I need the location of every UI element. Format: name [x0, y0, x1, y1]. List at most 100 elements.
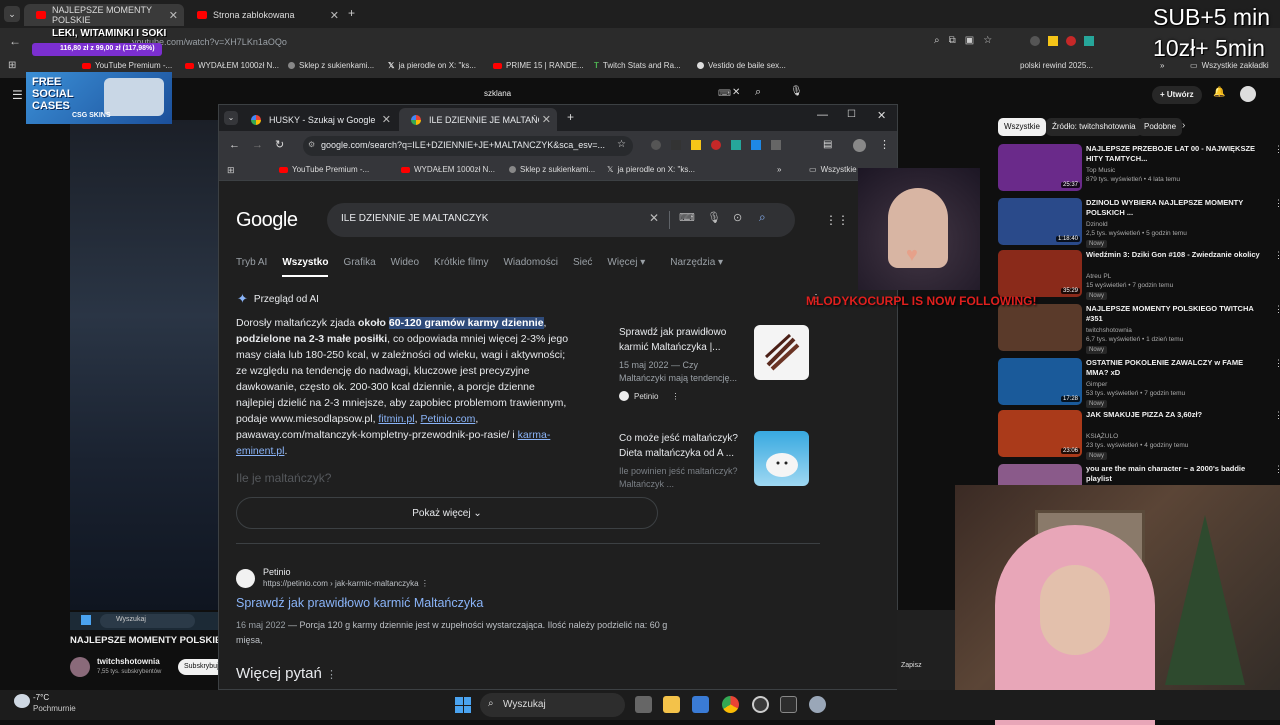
more-icon[interactable]: ⋮: [326, 669, 337, 681]
bookmark[interactable]: WYDAŁEM 1000zł N...: [401, 165, 495, 174]
obs-icon[interactable]: [752, 696, 769, 713]
mic-icon[interactable]: 🎙: [707, 211, 721, 224]
more-icon[interactable]: ⋮: [1274, 304, 1280, 315]
chip-all[interactable]: Wszystkie: [998, 118, 1046, 136]
video-thumbnail[interactable]: 23:06: [998, 410, 1082, 457]
tab-web[interactable]: Sieć: [573, 257, 592, 277]
more-icon[interactable]: ⋮: [1274, 198, 1280, 209]
bookmark[interactable]: PRIME 15 | RANDE...: [493, 61, 584, 70]
video-thumbnail[interactable]: 25:37: [998, 144, 1082, 191]
back-icon[interactable]: ←: [229, 139, 240, 151]
clear-search-icon[interactable]: ✕: [732, 87, 740, 98]
extension-icon[interactable]: [711, 140, 721, 150]
video-title[interactable]: DZINOLD WYBIERA NAJLEPSZE MOMENTY POLSKI…: [1086, 198, 1261, 217]
bookmark[interactable]: Sklep z sukienkami...: [509, 165, 595, 174]
google-logo[interactable]: Google: [236, 209, 298, 232]
search-input[interactable]: ILE DZIENNIE JE MALTANCZYK ✕ ⌨ 🎙 ⊙ ⌕: [327, 203, 795, 237]
video-channel[interactable]: Top Music: [1086, 166, 1115, 175]
new-tab-button[interactable]: +: [567, 110, 574, 124]
bookmark[interactable]: Vestido de baile sex...: [697, 61, 786, 70]
video-title[interactable]: NAJLEPSZE MOMENTY POLSKIEGO TWITCHA #351: [1086, 304, 1261, 323]
video-title[interactable]: you are the main character ~ a 2000's ba…: [1086, 464, 1261, 483]
tab-tools[interactable]: Narzędzia ▾: [670, 257, 723, 277]
video-title[interactable]: Wiedźmin 3: Dziki Gon #108 - Zwiedzanie …: [1086, 250, 1261, 260]
video-channel[interactable]: Dzinold: [1086, 220, 1108, 229]
extension-icon[interactable]: [651, 140, 661, 150]
star-icon[interactable]: ☆: [617, 139, 626, 150]
save-label[interactable]: Zapisz: [901, 662, 922, 669]
install-icon[interactable]: ⧉: [949, 35, 956, 46]
source-link[interactable]: Petinio.com: [420, 413, 475, 425]
extension-icon[interactable]: [1084, 36, 1094, 46]
more-icon[interactable]: ⋮: [1274, 410, 1280, 421]
avatar[interactable]: [1240, 86, 1256, 102]
tab-images[interactable]: Grafika: [343, 257, 375, 277]
video-player[interactable]: [70, 120, 220, 610]
extension-icon[interactable]: [691, 140, 701, 150]
close-icon[interactable]: ✕: [169, 9, 178, 22]
inner-url-field[interactable]: ⚙ google.com/search?q=ILE+DZIENNIE+JE+MAL…: [303, 136, 633, 156]
back-icon[interactable]: ←: [9, 34, 21, 48]
puzzle-icon[interactable]: [771, 140, 781, 150]
yt-search-value[interactable]: szklana: [484, 89, 511, 98]
tab-all[interactable]: Wszystko: [282, 257, 329, 277]
source-link[interactable]: fitmin.pl: [378, 413, 414, 425]
video-channel[interactable]: KSIĄŻULO: [1086, 432, 1118, 441]
profile-avatar[interactable]: [853, 139, 866, 152]
recommended-video[interactable]: 35:29 Wiedźmin 3: Dziki Gon #108 - Zwiedz…: [998, 250, 1280, 302]
video-title[interactable]: OSTATNIE POKOLENIE ZAWALCZY w FAME MMA? …: [1086, 358, 1261, 377]
extension-icon[interactable]: [1066, 36, 1076, 46]
tab-videos[interactable]: Wideo: [391, 257, 419, 277]
video-title[interactable]: JAK SMAKUJE PIZZA ZA 3,60zł?: [1086, 410, 1261, 420]
star-icon[interactable]: ☆: [983, 35, 992, 46]
more-icon[interactable]: ⋮: [421, 579, 429, 588]
video-thumbnail[interactable]: 1:18:40: [998, 198, 1082, 245]
zoom-icon[interactable]: ⌕: [934, 35, 940, 46]
video-channel[interactable]: Gimper: [1086, 380, 1107, 389]
video-channel[interactable]: Atreu PL: [1086, 272, 1111, 281]
minimize-button[interactable]: —: [817, 109, 828, 121]
result-title[interactable]: Sprawdź jak prawidłowo karmić Maltańczyk…: [236, 596, 696, 610]
more-icon[interactable]: ⋮: [1274, 144, 1280, 155]
tab-ai-mode[interactable]: Tryb AI: [236, 257, 267, 277]
bookmark[interactable]: YouTube Premium -...: [279, 165, 369, 174]
bookmark[interactable]: T Twitch Stats and Ra...: [594, 61, 681, 70]
create-button[interactable]: + Utwórz: [1152, 86, 1202, 104]
apps-grid-icon[interactable]: ⋮⋮: [825, 213, 849, 227]
close-icon[interactable]: ✕: [542, 113, 551, 126]
more-icon[interactable]: ⋮: [671, 392, 679, 401]
close-window-button[interactable]: ✕: [877, 109, 886, 122]
search-icon[interactable]: ⌕: [759, 210, 766, 225]
extension-icon[interactable]: [1030, 36, 1040, 46]
weather-icon[interactable]: [14, 694, 30, 708]
menu-icon[interactable]: ⋮: [879, 138, 890, 151]
mic-icon[interactable]: 🎙: [790, 86, 803, 97]
show-more-button[interactable]: Pokaż więcej ⌄: [236, 497, 658, 529]
recommended-video[interactable]: 17:28 OSTATNIE POKOLENIE ZAWALCZY w FAME …: [998, 358, 1280, 410]
keyboard-icon[interactable]: ⌨: [679, 211, 695, 224]
apps-icon[interactable]: ⊞: [8, 60, 16, 71]
tab-more[interactable]: Więcej ▾: [607, 257, 645, 277]
channel-name[interactable]: twitchshotownia: [97, 657, 160, 666]
outer-tab-blocked[interactable]: Strona zablokowana ✕: [185, 4, 345, 26]
lens-icon[interactable]: ⊙: [733, 211, 742, 224]
video-channel[interactable]: twitchshotownia: [1086, 326, 1132, 335]
new-tab-button[interactable]: +: [348, 6, 355, 20]
tab-shorts[interactable]: Krótkie filmy: [434, 257, 488, 277]
bell-icon[interactable]: 🔔: [1213, 87, 1225, 98]
tab-news[interactable]: Wiadomości: [503, 257, 557, 277]
bookmark[interactable]: polski rewind 2025...: [1020, 61, 1093, 70]
terminal-icon[interactable]: [780, 696, 797, 713]
bookmark[interactable]: Sklep z sukienkami...: [288, 61, 374, 70]
store-icon[interactable]: [692, 696, 709, 713]
recommended-video[interactable]: 23:06 JAK SMAKUJE PIZZA ZA 3,60zł? KSIĄŻUL…: [998, 410, 1280, 462]
tab-search-button[interactable]: ⌄: [224, 111, 238, 125]
video-thumbnail[interactable]: 17:28: [998, 358, 1082, 405]
source-card[interactable]: Sprawdź jak prawidłowo karmić Maltańczyk…: [619, 325, 819, 401]
maximize-button[interactable]: ☐: [847, 109, 856, 120]
reload-icon[interactable]: ↻: [275, 138, 284, 151]
all-bookmarks[interactable]: ▭ Wszystkie: [809, 165, 857, 174]
bookmark[interactable]: WYDAŁEM 1000zł N...: [185, 61, 279, 70]
more-icon[interactable]: ⋮: [1274, 358, 1280, 369]
recommended-video[interactable]: 1:18:40 DZINOLD WYBIERA NAJLEPSZE MOMENTY…: [998, 198, 1280, 250]
